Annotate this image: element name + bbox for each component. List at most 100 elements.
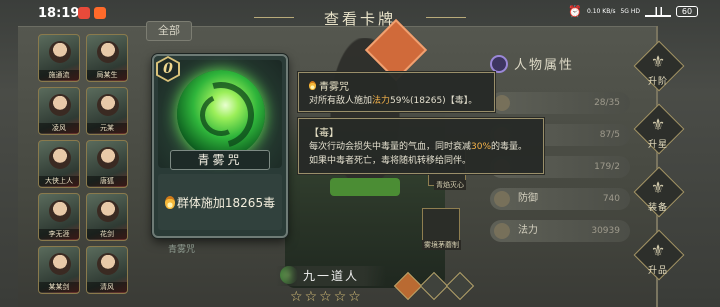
- attribute-value: 740: [602, 194, 620, 204]
- attribute-row: 防御 740: [490, 188, 630, 210]
- attributes-header: 人物属性: [490, 54, 574, 73]
- hero-name: 清风: [87, 282, 127, 292]
- hero-portrait[interactable]: 局某生: [86, 34, 128, 82]
- attributes-icon: [490, 54, 508, 73]
- hero-portrait[interactable]: 清风: [86, 246, 128, 294]
- hero-face: [49, 41, 71, 63]
- battery-icon: 60: [676, 6, 698, 17]
- tooltip-text: 每次行动会损失中毒量的气血，同时衰减: [309, 142, 472, 152]
- hero-name: 元某: [87, 123, 127, 133]
- side-menu-label: 升品: [647, 266, 668, 276]
- status-tooltip-line: 每次行动会损失中毒量的气血，同时衰减30%的毒量。: [309, 141, 527, 154]
- star-icon: ☆: [348, 289, 361, 305]
- tooltip-highlight: 法力: [372, 96, 391, 106]
- character-sash: [330, 178, 400, 196]
- side-menu-label: 升阶: [647, 77, 668, 87]
- network-type: 5G HD: [620, 8, 640, 15]
- tooltip-text: 的毒量。: [491, 142, 528, 152]
- star-icon: ☆: [319, 289, 332, 305]
- side-menu-icon: ⚜: [650, 115, 666, 134]
- side-menu-icon: ⚜: [650, 241, 666, 260]
- hero-portrait[interactable]: 花剑: [86, 193, 128, 241]
- hero-face: [49, 200, 71, 222]
- hero-portrait[interactable]: 施通流: [38, 34, 80, 82]
- attribute-row: 法力 30939: [490, 220, 630, 242]
- skill-tooltip-name: 青雾咒: [319, 82, 349, 93]
- side-menu-label: 装备: [647, 203, 668, 213]
- attribute-value: 28/35: [594, 98, 620, 108]
- hero-face: [97, 94, 119, 116]
- hero-name: 凌风: [39, 123, 79, 133]
- hero-name: 某某剑: [39, 282, 79, 292]
- hero-name: 施通流: [39, 70, 79, 80]
- flame-icon: [164, 195, 175, 209]
- skill-caption: 雾境茅蘑制: [422, 240, 461, 250]
- hero-face: [49, 94, 71, 116]
- hero-face: [49, 253, 71, 275]
- hero-face: [97, 253, 119, 275]
- hero-name: 花剑: [87, 229, 127, 239]
- flame-icon: [309, 81, 316, 90]
- tooltip-highlight: 30%: [471, 142, 492, 152]
- app-notification-icon: [94, 7, 106, 19]
- hero-name: 局某生: [87, 70, 127, 80]
- status-tooltip-title: 【毒】: [309, 128, 339, 139]
- attribute-label: 防御: [518, 193, 538, 204]
- character-name: 九一道人: [276, 266, 386, 286]
- title-ornament: [254, 17, 294, 18]
- page-selector: [393, 271, 475, 301]
- attributes-title: 人物属性: [514, 58, 575, 73]
- page-title-wrap: 查看卡牌: [254, 8, 466, 29]
- star-rating: ☆ ☆ ☆ ☆ ☆: [290, 289, 361, 305]
- title-ornament: [426, 17, 466, 18]
- attribute-value: 179/2: [594, 162, 620, 172]
- hero-face: [97, 147, 119, 169]
- attribute-row: 28/35: [490, 92, 630, 114]
- card-caption: 青雾咒: [168, 245, 196, 255]
- hero-portrait[interactable]: 元某: [86, 87, 128, 135]
- side-menu-icon: ⚜: [650, 178, 666, 197]
- hero-face: [49, 147, 71, 169]
- hero-name: 李无涯: [39, 229, 79, 239]
- page-dot[interactable]: [419, 271, 449, 301]
- skill-tooltip: 青雾咒 对所有敌人施加法力59%(18265)【毒】。: [298, 72, 495, 112]
- hero-name: 唐狐: [87, 176, 127, 186]
- side-menu-label: 升星: [647, 140, 668, 150]
- attribute-icon: [494, 191, 510, 207]
- hero-name: 大侠上人: [39, 176, 79, 186]
- hero-face: [97, 41, 119, 63]
- hero-portrait[interactable]: 李无涯: [38, 193, 80, 241]
- signal-icon: [645, 6, 671, 17]
- attribute-value: 87/5: [599, 130, 620, 140]
- tooltip-text: 59%(18265)【毒】。: [390, 96, 478, 106]
- card-cost: 0: [158, 58, 178, 80]
- hero-face: [97, 200, 119, 222]
- alarm-icon: ⏰: [568, 5, 583, 18]
- status-tooltip: 【毒】 每次行动会损失中毒量的气血，同时衰减30%的毒量。 如果中毒者死亡，毒将…: [298, 118, 544, 174]
- star-icon: ☆: [333, 289, 347, 305]
- card-description-text: 群体施加18265毒: [176, 195, 276, 210]
- clock: 18:19: [38, 6, 80, 21]
- star-icon: ☆: [290, 289, 303, 305]
- attribute-label: 法力: [518, 225, 538, 236]
- hero-portrait[interactable]: 大侠上人: [38, 140, 80, 188]
- attribute-value: 30939: [591, 226, 620, 236]
- page-dot[interactable]: [445, 271, 475, 301]
- side-menu-icon: ⚜: [650, 52, 666, 71]
- status-tooltip-line: 如果中毒者死亡，毒将随机转移给同伴。: [309, 156, 472, 166]
- page-title: 查看卡牌: [323, 10, 396, 28]
- page-dot[interactable]: [393, 271, 423, 301]
- star-icon: ☆: [304, 289, 318, 305]
- skill-caption: 青焰灭心: [434, 180, 466, 190]
- hero-portrait[interactable]: 某某剑: [38, 246, 80, 294]
- tooltip-text: 对所有敌人施加: [309, 96, 373, 106]
- skill-card[interactable]: 0 青雾咒 群体施加18265毒: [152, 54, 288, 238]
- hero-portrait[interactable]: 唐狐: [86, 140, 128, 188]
- tab-all[interactable]: 全部: [146, 21, 192, 41]
- hero-portrait[interactable]: 凌风: [38, 87, 80, 135]
- app-notification-icon: [78, 7, 90, 19]
- attribute-icon: [494, 95, 510, 111]
- status-indicators: ⏰ 0.10 KB/s 5G HD 60: [568, 5, 698, 18]
- attribute-icon: [494, 223, 510, 239]
- card-name: 青雾咒: [170, 150, 270, 170]
